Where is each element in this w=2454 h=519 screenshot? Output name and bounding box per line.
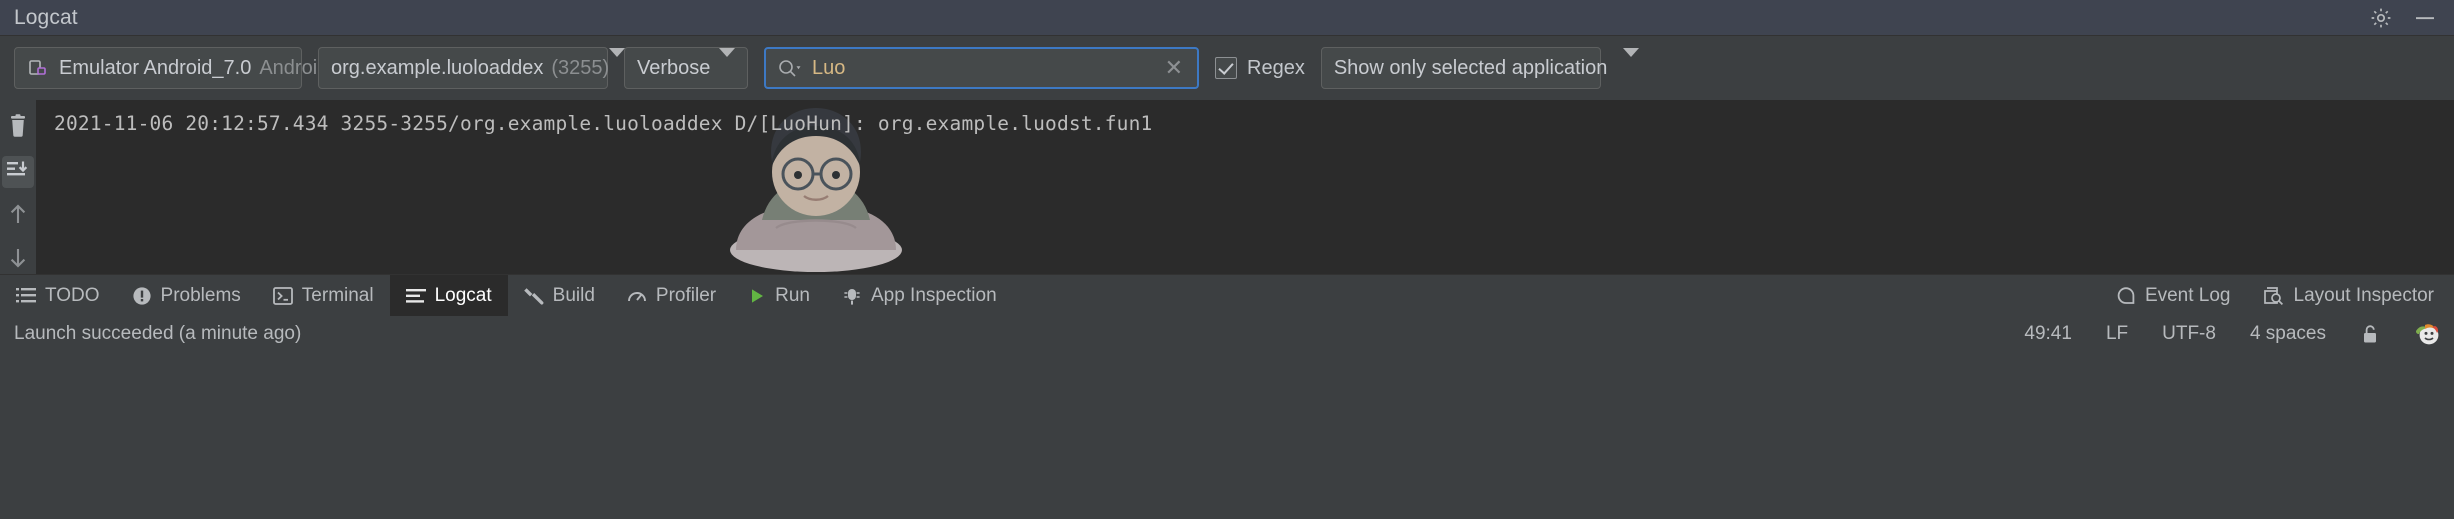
log-level-selector[interactable]: Verbose	[624, 47, 748, 89]
log-line: 2021-11-06 20:12:57.434 3255-3255/org.ex…	[54, 112, 1153, 135]
tab-todo[interactable]: TODO	[0, 275, 116, 316]
logcat-output[interactable]: 2021-11-06 20:12:57.434 3255-3255/org.ex…	[36, 100, 2454, 274]
tab-label: Terminal	[301, 284, 374, 306]
window-actions	[2368, 5, 2454, 31]
logcat-icon	[405, 287, 426, 305]
scope-filter-value: Show only selected application	[1333, 56, 1608, 79]
device-name: Emulator Android_7.0	[59, 56, 252, 79]
tab-run[interactable]: Run	[732, 275, 826, 316]
terminal-icon	[272, 286, 293, 305]
tab-layout-inspector[interactable]: Layout Inspector	[2247, 275, 2450, 316]
caret-position[interactable]: 49:41	[2024, 323, 2072, 345]
tab-label: Layout Inspector	[2293, 284, 2434, 306]
search-input-value[interactable]: Luo	[812, 57, 1161, 80]
tab-label: App Inspection	[870, 284, 997, 306]
problems-icon	[132, 286, 152, 306]
log-level-value: Verbose	[637, 56, 711, 79]
file-encoding[interactable]: UTF-8	[2162, 323, 2216, 345]
hammer-icon	[523, 286, 544, 306]
tab-terminal[interactable]: Terminal	[257, 275, 390, 316]
profiler-gauge-icon	[627, 287, 647, 305]
search-field[interactable]: Luo ✕	[764, 47, 1199, 89]
run-play-icon	[748, 287, 766, 305]
logcat-window: Logcat Emulator Android_7.0 Android 7 or…	[0, 0, 2454, 519]
minimize-icon[interactable]	[2412, 5, 2438, 31]
previous-occurrence-button[interactable]	[2, 200, 34, 232]
process-selector[interactable]: org.example.luoloaddex (3255)	[318, 47, 626, 89]
process-package: org.example.luoloaddex	[331, 56, 544, 79]
tab-profiler[interactable]: Profiler	[611, 275, 732, 316]
tab-label: Profiler	[655, 284, 717, 306]
gear-icon[interactable]	[2368, 5, 2394, 31]
tab-label: Build	[552, 284, 595, 306]
device-phone-icon	[27, 57, 49, 79]
tab-label: Run	[775, 284, 810, 306]
arrow-up-icon	[7, 202, 29, 231]
tool-window-tabs: TODO Problems Terminal Logcat Build Prof…	[0, 274, 2454, 316]
tool-window-tabs-right: Event Log Layout Inspector	[2100, 275, 2454, 316]
app-inspection-icon	[842, 286, 862, 306]
scroll-to-end-button[interactable]	[2, 156, 34, 188]
todo-list-icon	[16, 287, 36, 305]
chevron-down-icon	[719, 47, 735, 80]
tab-problems[interactable]: Problems	[116, 275, 257, 316]
regex-label: Regex	[1247, 56, 1305, 79]
next-occurrence-button[interactable]	[2, 244, 34, 276]
layout-inspector-icon	[2263, 286, 2285, 306]
indent-setting[interactable]: 4 spaces	[2250, 323, 2326, 345]
status-message: Launch succeeded (a minute ago)	[14, 323, 302, 344]
close-icon[interactable]: ✕	[1161, 57, 1187, 79]
process-pid: (3255)	[551, 56, 610, 79]
search-icon[interactable]	[776, 57, 802, 79]
device-selector[interactable]: Emulator Android_7.0 Android 7	[14, 47, 377, 89]
smiley-avatar-icon[interactable]	[2414, 322, 2440, 346]
logcat-toolbar: Emulator Android_7.0 Android 7 org.examp…	[0, 36, 2454, 100]
arrow-down-icon	[7, 246, 29, 275]
tab-label: Problems	[160, 284, 241, 306]
tab-app-inspection[interactable]: App Inspection	[826, 275, 1013, 316]
chevron-down-icon	[609, 47, 626, 80]
tab-logcat[interactable]: Logcat	[389, 275, 508, 316]
scroll-to-end-icon	[6, 159, 30, 186]
event-log-icon	[2116, 286, 2136, 306]
tab-label: Logcat	[434, 284, 492, 306]
tab-label: Event Log	[2144, 284, 2231, 306]
status-bar-right: 49:41 LF UTF-8 4 spaces	[2024, 322, 2454, 346]
tab-event-log[interactable]: Event Log	[2100, 275, 2247, 316]
unlocked-padlock-icon[interactable]	[2360, 323, 2380, 345]
tab-build[interactable]: Build	[508, 275, 611, 316]
chevron-down-icon	[1623, 47, 1640, 80]
line-separator[interactable]: LF	[2106, 323, 2128, 345]
tab-label: TODO	[45, 284, 100, 306]
status-bar: Launch succeeded (a minute ago) 49:41 LF…	[0, 316, 2454, 352]
clear-logcat-button[interactable]	[2, 112, 34, 144]
window-title-bar: Logcat	[0, 0, 2454, 36]
regex-checkbox-box[interactable]	[1215, 57, 1237, 79]
scope-filter-selector[interactable]: Show only selected application	[1320, 47, 1640, 89]
trash-icon	[7, 113, 29, 143]
page-title: Logcat	[14, 5, 78, 29]
regex-checkbox[interactable]: Regex	[1215, 57, 1305, 80]
